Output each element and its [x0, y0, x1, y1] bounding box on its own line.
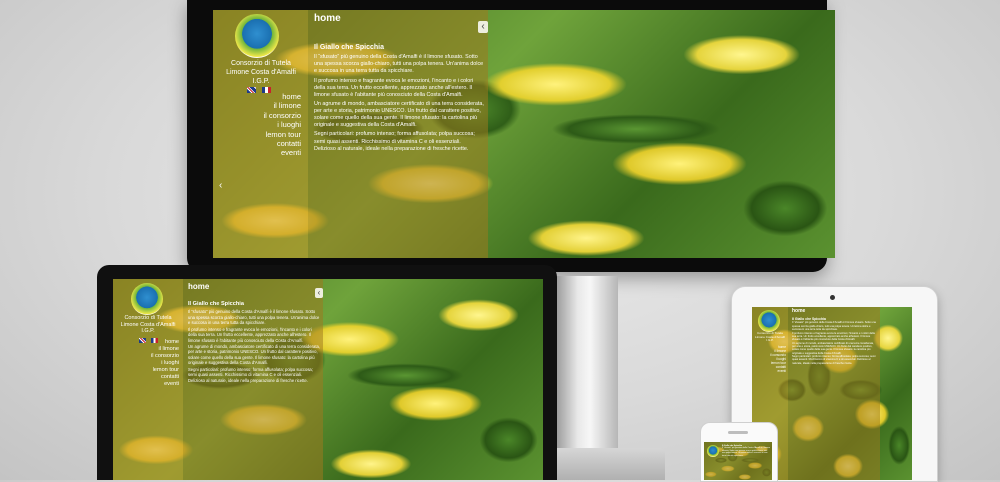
- nav-il-consorzio[interactable]: il consorzio: [219, 111, 301, 120]
- collapse-panel-button[interactable]: ‹: [315, 288, 323, 298]
- article-paragraph: Il profumo intenso e fragrante evoca le …: [188, 326, 312, 343]
- article-paragraph: Segni particolari: profumo intenso; form…: [188, 366, 313, 383]
- article-paragraph: Il “sfusato” più genuino della Costa d'A…: [314, 54, 484, 75]
- nav-contatti[interactable]: contatti: [117, 374, 179, 381]
- consortium-logo[interactable]: [131, 283, 163, 315]
- article-paragraph: Il “sfusato” più genuino della Costa d'A…: [792, 321, 876, 332]
- article-heading: Il Giallo che Spicchia: [188, 301, 244, 307]
- nav-il-limone[interactable]: il limone: [219, 101, 301, 110]
- camera-dot-icon: [830, 295, 835, 300]
- collapse-panel-button[interactable]: ‹: [478, 21, 488, 33]
- main-nav: home il limone il consorzio i luoghi lem…: [117, 339, 179, 388]
- article: Il Giallo che Spicchia Il “sfusato” più …: [314, 43, 484, 153]
- nav-home[interactable]: home: [219, 92, 301, 101]
- article-paragraph: Segni particolari: profumo intenso; form…: [314, 131, 475, 152]
- nav-eventi[interactable]: eventi: [117, 381, 179, 388]
- main-nav: home il limone il consorzio i luoghi lem…: [753, 345, 786, 373]
- article-paragraph: Un agrume di mondo, ambasciatore certifi…: [792, 341, 874, 355]
- article-paragraph: Il “sfusato” più genuino della Costa d'A…: [188, 309, 320, 326]
- org-name: Consorzio di Tutela Limone Costa d'Amalf…: [753, 331, 787, 343]
- article: Il Giallo che Spicchia Il “sfusato” più …: [722, 445, 770, 457]
- article-heading: Il Giallo che Spicchia: [314, 44, 385, 51]
- consortium-logo[interactable]: [758, 310, 780, 332]
- nav-contatti[interactable]: contatti: [219, 139, 301, 148]
- main-nav: home il limone il consorzio i luoghi lem…: [219, 92, 301, 158]
- article-paragraph: Segni particolari: profumo intenso; form…: [792, 355, 876, 365]
- article-paragraph: Un agrume di mondo, ambasciatore certifi…: [314, 100, 484, 129]
- article: Il Giallo che Spicchia Il “sfusato” più …: [792, 317, 878, 365]
- nav-eventi[interactable]: eventi: [753, 369, 786, 373]
- article-paragraph: Un agrume di mondo, ambasciatore certifi…: [188, 343, 320, 366]
- article-paragraph: Il “sfusato” più genuino della Costa d'A…: [722, 447, 770, 457]
- page-title: home: [314, 13, 341, 24]
- org-line-2: Limone Costa d'Amalfi I.G.P.: [755, 334, 785, 343]
- consortium-logo[interactable]: [235, 14, 279, 58]
- nav-il-limone[interactable]: il limone: [117, 346, 179, 353]
- nav-i-luoghi[interactable]: i luoghi: [219, 120, 301, 129]
- page-title: home: [792, 308, 806, 314]
- phone-speaker: [728, 431, 748, 434]
- org-line-1: Consorzio di Tutela: [124, 315, 172, 321]
- laptop-screen: Consorzio di Tutela Limone Costa d'Amalf…: [113, 279, 543, 480]
- monitor-screen: Consorzio di Tutela Limone Costa d'Amalf…: [213, 10, 835, 258]
- org-line-1: Consorzio di Tutela: [231, 60, 291, 67]
- phone-screen: Il Giallo che Spicchia Il “sfusato” più …: [704, 442, 772, 480]
- nav-i-luoghi[interactable]: i luoghi: [117, 360, 179, 367]
- nav-eventi[interactable]: eventi: [219, 148, 301, 157]
- nav-lemon-tour[interactable]: lemon tour: [219, 130, 301, 139]
- monitor-stand: [556, 276, 618, 476]
- consortium-logo[interactable]: [707, 445, 719, 457]
- nav-il-consorzio[interactable]: il consorzio: [117, 353, 179, 360]
- page-title: home: [188, 282, 210, 291]
- article: Il Giallo che Spicchia Il “sfusato” più …: [188, 301, 320, 383]
- nav-home[interactable]: home: [117, 339, 179, 346]
- nav-lemon-tour[interactable]: lemon tour: [117, 367, 179, 374]
- article-paragraph: Il profumo intenso e fragrante evoca le …: [314, 77, 474, 98]
- slider-prev-arrow[interactable]: ‹: [219, 180, 222, 191]
- article-paragraph: Il profumo intenso e fragrante evoca le …: [792, 331, 875, 342]
